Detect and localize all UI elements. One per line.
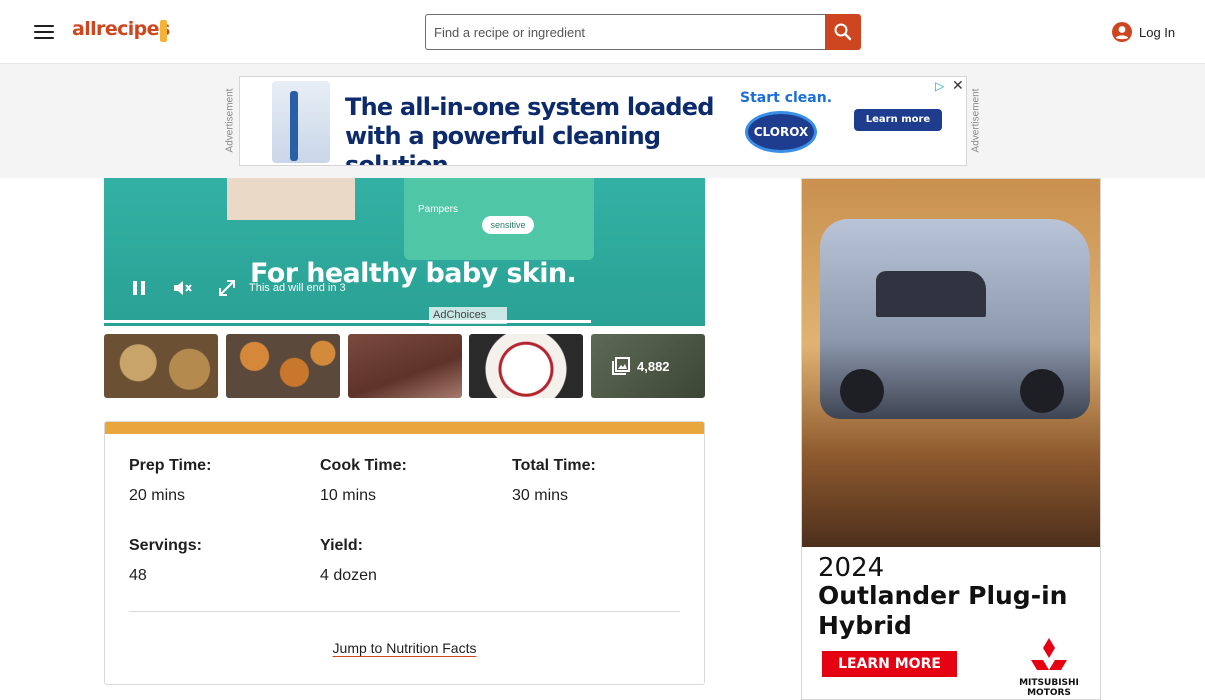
side-ad-learn-more-button[interactable]: LEARN MORE bbox=[822, 651, 957, 677]
video-player[interactable]: Pampers sensitive For healthy baby skin.… bbox=[104, 178, 705, 326]
side-ad-model: Outlander Plug-in Hybrid bbox=[818, 581, 1068, 640]
menu-icon[interactable] bbox=[32, 22, 56, 42]
ad-product-image bbox=[272, 81, 330, 163]
car-window bbox=[876, 271, 986, 317]
login-label: Log In bbox=[1139, 24, 1176, 40]
detail-cook-time: Cook Time: 10 mins bbox=[320, 457, 500, 505]
search-icon bbox=[834, 23, 852, 41]
detail-label: Prep Time: bbox=[129, 457, 212, 474]
mute-icon[interactable] bbox=[172, 278, 194, 298]
detail-value: 20 mins bbox=[129, 487, 186, 504]
ad-headline: The all-in-one system loaded with a powe… bbox=[345, 93, 714, 166]
side-ad-year: 2024 bbox=[818, 553, 885, 583]
video-progress-bar[interactable] bbox=[104, 320, 591, 323]
adchoices-badge[interactable]: AdChoices bbox=[429, 307, 507, 324]
car-wheel bbox=[840, 369, 884, 413]
detail-value: 48 bbox=[129, 567, 147, 584]
logo-mark bbox=[160, 20, 167, 42]
ad-cta-text: Start clean. bbox=[740, 90, 833, 106]
advertisement-label-left: Advertisement bbox=[224, 88, 236, 153]
side-ad-photo bbox=[802, 179, 1100, 547]
detail-label: Cook Time: bbox=[320, 457, 407, 474]
site-logo[interactable]: allrecipes bbox=[72, 18, 170, 40]
clorox-logo: CLOROX bbox=[745, 111, 817, 153]
site-header: allrecipes Log In bbox=[0, 0, 1205, 64]
card-accent-bar bbox=[105, 422, 704, 434]
side-ad-brand-line2: MOTORS bbox=[1027, 688, 1071, 698]
ad-learn-more-button[interactable]: Learn more bbox=[854, 109, 942, 131]
detail-label: Total Time: bbox=[512, 457, 596, 474]
clorox-ad-banner[interactable]: The all-in-one system loaded with a powe… bbox=[239, 76, 967, 166]
detail-value: 4 dozen bbox=[320, 567, 377, 584]
card-divider bbox=[129, 611, 680, 612]
photo-thumbnail[interactable] bbox=[348, 334, 462, 398]
advertisement-label-right: Advertisement bbox=[970, 88, 982, 153]
video-baby-box bbox=[227, 178, 355, 220]
top-ad-bar: Advertisement Advertisement The all-in-o… bbox=[0, 64, 1205, 178]
detail-servings: Servings: 48 bbox=[129, 537, 309, 585]
detail-total-time: Total Time: 30 mins bbox=[512, 457, 692, 505]
car-wheel bbox=[1020, 369, 1064, 413]
car-image bbox=[820, 219, 1090, 419]
pause-icon[interactable] bbox=[130, 278, 148, 298]
video-brand-text: Pampers bbox=[418, 204, 459, 215]
ad-product-handle bbox=[290, 91, 298, 161]
side-ad-brand-line1: MITSUBISHI bbox=[1019, 678, 1079, 688]
mitsubishi-diamonds-icon bbox=[1031, 638, 1067, 670]
search-input[interactable] bbox=[425, 14, 826, 50]
photo-gallery-button[interactable]: 4,882 bbox=[591, 334, 705, 398]
account-icon bbox=[1112, 22, 1132, 42]
mitsubishi-logo: MITSUBISHI MOTORS bbox=[1014, 637, 1084, 698]
gallery-count-label: 4,882 bbox=[637, 358, 670, 374]
detail-value: 10 mins bbox=[320, 487, 377, 504]
detail-label: Yield: bbox=[320, 537, 363, 554]
photo-thumbnail[interactable] bbox=[104, 334, 218, 398]
detail-label: Servings: bbox=[129, 537, 202, 554]
detail-yield: Yield: 4 dozen bbox=[320, 537, 500, 585]
gallery-icon bbox=[612, 357, 630, 375]
recipe-details-card: Prep Time: 20 mins Cook Time: 10 mins To… bbox=[104, 421, 705, 685]
ad-countdown: This ad will end in 3 bbox=[249, 282, 346, 294]
photo-thumbnail[interactable] bbox=[469, 334, 583, 398]
fullscreen-icon[interactable] bbox=[217, 278, 237, 298]
ad-brand: CLOROX bbox=[753, 125, 809, 139]
photo-strip: 4,882 bbox=[104, 334, 705, 398]
adchoices-icon[interactable]: ▷ bbox=[935, 79, 944, 93]
side-ad-mitsubishi[interactable]: 2024 Outlander Plug-in Hybrid LEARN MORE… bbox=[801, 178, 1101, 700]
detail-prep-time: Prep Time: 20 mins bbox=[129, 457, 309, 505]
photo-thumbnail[interactable] bbox=[226, 334, 340, 398]
search-bar bbox=[425, 14, 861, 50]
jump-to-nutrition-link[interactable]: Jump to Nutrition Facts bbox=[105, 640, 704, 656]
login-button[interactable]: Log In bbox=[1111, 21, 1175, 43]
detail-value: 30 mins bbox=[512, 487, 569, 504]
video-product-text: sensitive bbox=[482, 216, 534, 234]
search-button[interactable] bbox=[825, 14, 861, 50]
gallery-count: 4,882 bbox=[611, 356, 670, 376]
close-ad-icon[interactable]: ✕ bbox=[952, 77, 964, 94]
